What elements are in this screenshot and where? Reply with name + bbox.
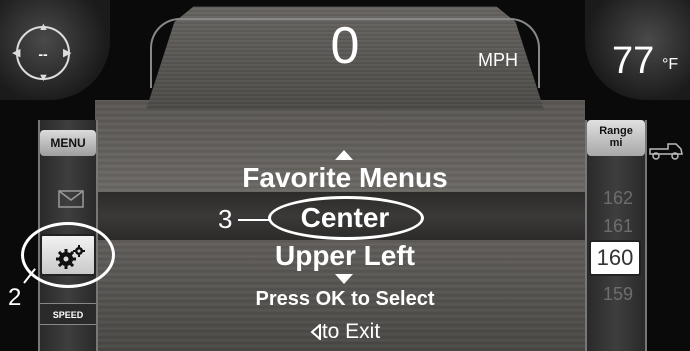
speed-tab[interactable]: SPEED <box>40 303 96 325</box>
compass-pod: ▲ ▼ ◀ ▶ -- <box>0 0 110 100</box>
range-scale-value: 162 <box>602 188 634 208</box>
menu-item-center-selected[interactable]: Center <box>268 198 422 240</box>
callout-3-label: 3 <box>218 204 233 234</box>
scroll-up-arrow-icon[interactable] <box>335 150 353 160</box>
range-scale-value: 161 <box>602 216 634 236</box>
compass-north-arrow: ▲ <box>38 21 49 33</box>
temperature-readout: 77 <box>612 40 655 82</box>
speed-readout: 0 <box>330 17 360 75</box>
compass-heading: -- <box>38 46 48 62</box>
range-tab[interactable]: Range mi <box>587 120 645 156</box>
current-range-value: 160 <box>589 240 641 276</box>
menu-item-favorite-menus[interactable]: Favorite Menus <box>200 162 490 194</box>
exit-instruction[interactable]: to Exit <box>280 320 410 344</box>
temperature-unit-label: °F <box>662 56 679 73</box>
callout-2-label: 2 <box>8 284 22 311</box>
truck-icon <box>649 143 683 160</box>
compass-icon: ▲ ▼ ◀ ▶ -- <box>12 22 71 84</box>
compass-south-arrow: ▼ <box>38 72 49 84</box>
back-arrow-icon <box>310 322 321 342</box>
scroll-down-arrow-icon[interactable] <box>335 274 353 284</box>
settings-callout-circle <box>21 222 115 288</box>
exit-label: to Exit <box>321 320 381 343</box>
speed-unit-label: MPH <box>478 50 518 70</box>
range-scale-value: 159 <box>602 284 634 304</box>
menu-tab[interactable]: MENU <box>40 130 96 156</box>
envelope-icon[interactable] <box>58 190 84 208</box>
press-ok-instruction: Press OK to Select <box>255 288 435 310</box>
range-unit-label: mi <box>609 137 623 149</box>
menu-item-upper-left[interactable]: Upper Left <box>200 240 490 272</box>
callout-3-leader <box>238 219 270 221</box>
range-label: Range <box>599 125 633 137</box>
instrument-cluster-display: 0 MPH ▲ ▼ ◀ ▶ -- 77 °F MENU 2 SPEED Rang… <box>0 0 690 351</box>
